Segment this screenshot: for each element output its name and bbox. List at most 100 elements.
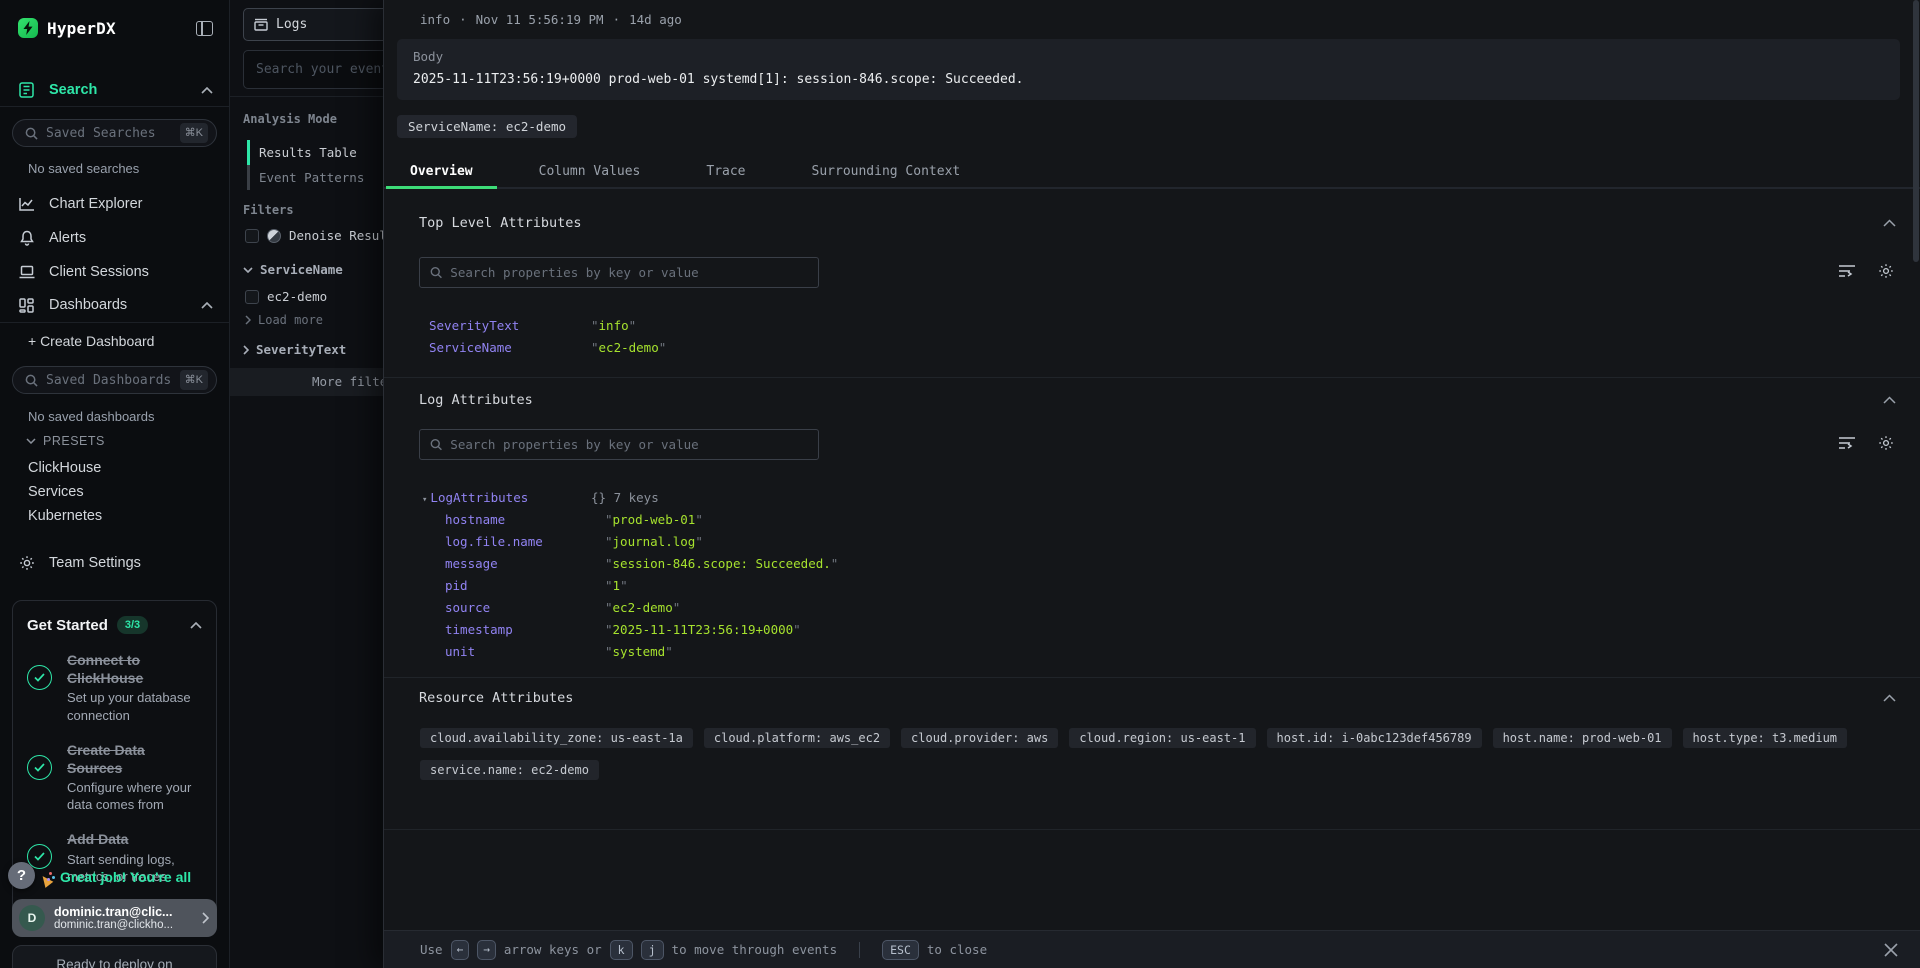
get-started-item-desc: Configure where your data comes from <box>67 779 202 813</box>
filter-group-severitytext[interactable]: SeverityText <box>243 342 346 357</box>
get-started-item[interactable]: Connect to ClickHouse Set up your databa… <box>27 651 202 724</box>
gear-icon[interactable] <box>1878 263 1894 279</box>
attribute-value[interactable]: ec2-demo <box>599 340 659 355</box>
denoise-checkbox[interactable] <box>245 229 259 243</box>
resource-badge[interactable]: host.type: t3.medium <box>1683 728 1848 748</box>
resource-badge[interactable]: host.id: i-0abc123def456789 <box>1267 728 1482 748</box>
scrollbar-thumb[interactable] <box>1913 0 1919 262</box>
attribute-root-key[interactable]: ▾LogAttributes <box>422 490 591 505</box>
create-dashboard-button[interactable]: + Create Dashboard <box>28 333 154 349</box>
attribute-key[interactable]: unit <box>429 644 605 659</box>
sidebar-item-chart-explorer[interactable]: Chart Explorer <box>0 192 229 216</box>
get-started-item[interactable]: Create Data Sources Configure where your… <box>27 741 202 814</box>
properties-search[interactable] <box>419 257 819 288</box>
tab-surrounding-context[interactable]: Surrounding Context <box>788 155 985 189</box>
denoise-results-row[interactable]: Denoise Results <box>245 228 383 243</box>
chevron-up-icon[interactable] <box>1883 396 1896 404</box>
tab-overview[interactable]: Overview <box>386 155 497 189</box>
attribute-key[interactable]: timestamp <box>429 622 605 637</box>
properties-search-input[interactable] <box>450 437 808 452</box>
event-search-input[interactable]: Search your events... <box>243 50 383 89</box>
user-account-button[interactable]: D dominic.tran@clic... dominic.tran@clic… <box>12 899 217 937</box>
resource-badge[interactable]: cloud.provider: aws <box>901 728 1058 748</box>
more-filters-label: More filters <box>312 368 383 396</box>
attribute-value[interactable]: ec2-demo <box>613 600 673 615</box>
chevron-right-icon <box>243 345 249 355</box>
attribute-value[interactable]: journal.log <box>613 534 696 549</box>
properties-search-input[interactable] <box>450 265 808 280</box>
gear-icon[interactable] <box>1878 435 1894 451</box>
mode-event-patterns[interactable]: Event Patterns <box>247 165 383 190</box>
kbd-j: j <box>641 940 664 960</box>
congrats-row: Great job! You're all <box>40 869 218 891</box>
preset-item[interactable]: ClickHouse <box>28 456 102 480</box>
saved-dashboards-input[interactable]: Saved Dashboards ⌘K <box>12 366 217 394</box>
attribute-key[interactable]: hostname <box>429 512 605 527</box>
attribute-key[interactable]: log.file.name <box>429 534 605 549</box>
resource-badge[interactable]: cloud.region: us-east-1 <box>1069 728 1255 748</box>
get-started-items: Connect to ClickHouse Set up your databa… <box>27 651 202 885</box>
chevron-up-icon[interactable] <box>201 302 213 309</box>
attribute-value[interactable]: 2025-11-11T23:56:19+0000 <box>613 622 794 637</box>
sidebar-item-alerts[interactable]: Alerts <box>0 226 229 250</box>
sidebar-item-team-settings[interactable]: Team Settings <box>0 551 229 575</box>
resource-badge[interactable]: service.name: ec2-demo <box>420 760 599 780</box>
chevron-up-icon[interactable] <box>1883 219 1896 227</box>
attribute-value[interactable]: prod-web-01 <box>613 512 696 527</box>
kbd-cmd-k: ⌘K <box>180 370 208 390</box>
tab-column-values[interactable]: Column Values <box>515 155 665 189</box>
chevron-up-icon[interactable] <box>190 622 202 629</box>
resource-badge[interactable]: host.name: prod-web-01 <box>1493 728 1672 748</box>
attribute-key[interactable]: message <box>429 556 605 571</box>
attribute-value[interactable]: 1 <box>613 578 621 593</box>
load-more-button[interactable]: Load more <box>245 313 323 327</box>
filter-group-servicename[interactable]: ServiceName <box>243 262 343 277</box>
properties-search[interactable] <box>419 429 819 460</box>
service-name-chip[interactable]: ServiceName: ec2-demo <box>397 115 577 138</box>
search-icon <box>430 438 442 451</box>
mode-results-table[interactable]: Results Table <box>247 140 383 165</box>
sidebar-item-dashboards[interactable]: Dashboards <box>0 293 229 317</box>
resource-attribute-badges: cloud.availability_zone: us-east-1a cloud… <box>420 728 1896 780</box>
attribute-key[interactable]: ServiceName <box>429 340 591 355</box>
filter-checkbox[interactable] <box>245 290 259 304</box>
chevron-up-icon[interactable] <box>1883 694 1896 702</box>
attribute-value[interactable]: info <box>599 318 629 333</box>
top-level-rows: SeverityText info ServiceName ec2-demo <box>384 314 1920 358</box>
preset-item[interactable]: Services <box>28 480 102 504</box>
log-attribute-rows: hostname prod-web-01 log.file.name journ… <box>384 508 1920 662</box>
attribute-key[interactable]: SeverityText <box>429 318 591 333</box>
more-filters-button[interactable]: More filters <box>230 368 383 396</box>
sidebar-item-label: Search <box>49 82 97 98</box>
resource-badge[interactable]: cloud.availability_zone: us-east-1a <box>420 728 693 748</box>
close-icon[interactable] <box>1884 943 1898 957</box>
resource-badge[interactable]: cloud.platform: aws_ec2 <box>704 728 890 748</box>
source-selector[interactable]: Logs <box>243 8 383 41</box>
attribute-value[interactable]: systemd <box>613 644 666 659</box>
line-wrap-icon[interactable] <box>1838 436 1856 450</box>
sidebar-item-client-sessions[interactable]: Client Sessions <box>0 260 229 284</box>
help-button[interactable]: ? <box>8 862 35 889</box>
tab-trace[interactable]: Trace <box>682 155 769 189</box>
sidebar-item-search[interactable]: Search <box>0 78 229 102</box>
divider <box>0 322 229 323</box>
filter-value-ec2-demo[interactable]: ec2-demo <box>245 289 327 304</box>
event-search-placeholder: Search your events... <box>256 62 383 77</box>
chevron-up-icon[interactable] <box>201 87 213 94</box>
dashboards-icon <box>18 298 35 313</box>
scrollbar[interactable] <box>1912 0 1920 968</box>
line-wrap-icon[interactable] <box>1838 264 1856 278</box>
preset-item[interactable]: Kubernetes <box>28 504 102 528</box>
attribute-key[interactable]: source <box>429 600 605 615</box>
attribute-row: SeverityText info <box>384 314 1920 336</box>
section-title: Resource Attributes <box>419 690 573 706</box>
deploy-teaser-text: Ready to deploy on <box>56 957 172 968</box>
source-label: Logs <box>276 17 307 32</box>
collapse-sidebar-icon[interactable] <box>196 21 213 36</box>
deploy-teaser-card[interactable]: Ready to deploy on <box>12 945 217 968</box>
presets-toggle[interactable]: PRESETS <box>26 434 105 448</box>
logo-row: HyperDX <box>0 16 229 40</box>
saved-searches-input[interactable]: Saved Searches ⌘K <box>12 119 217 147</box>
attribute-key[interactable]: pid <box>429 578 605 593</box>
attribute-value[interactable]: session-846.scope: Succeeded. <box>613 556 831 571</box>
